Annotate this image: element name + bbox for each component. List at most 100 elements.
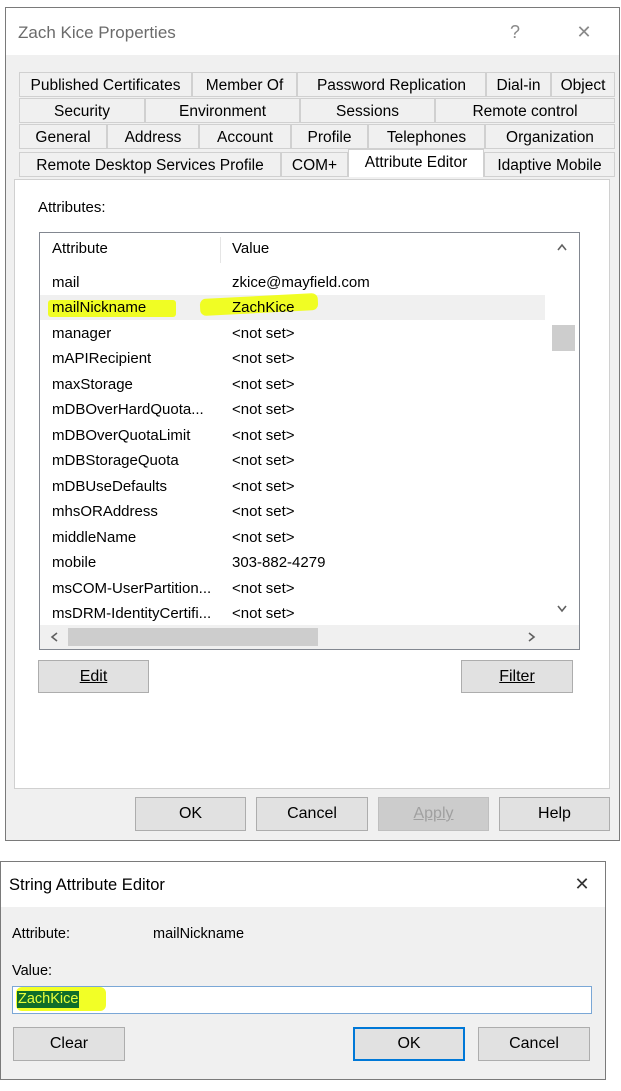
tab-row-1: Published Certificates Member Of Passwor…	[19, 72, 615, 97]
table-row-highlighted[interactable]: mailNickname ZachKice	[40, 292, 545, 320]
attribute-name: mDBOverQuotaLimit	[52, 427, 191, 444]
vertical-scrollbar[interactable]	[545, 233, 579, 625]
attribute-value: <not set>	[232, 605, 295, 622]
scroll-left-arrow-icon[interactable]	[50, 632, 58, 642]
attribute-name: mAPIRecipient	[52, 350, 152, 367]
tab-remote-desktop-services-profile[interactable]: Remote Desktop Services Profile	[19, 152, 281, 177]
column-divider	[220, 237, 221, 263]
attribute-name: msDRM-IdentityCertifi...	[52, 605, 212, 622]
tab-attribute-editor[interactable]: Attribute Editor	[348, 149, 484, 177]
column-header-value[interactable]: Value	[232, 233, 269, 265]
table-row[interactable]: middleName <not set>	[40, 525, 545, 550]
value-input-text: ZachKice	[17, 991, 80, 1008]
tab-general[interactable]: General	[19, 124, 107, 149]
table-row[interactable]: mDBUseDefaults <not set>	[40, 474, 545, 499]
attribute-name: middleName	[52, 529, 137, 546]
help-icon[interactable]: ?	[503, 22, 527, 42]
attribute-name: mailNickname	[52, 299, 147, 316]
tab-object[interactable]: Object	[551, 72, 615, 97]
horizontal-scroll-thumb[interactable]	[68, 628, 318, 646]
value-label: Value:	[12, 963, 53, 979]
horizontal-scrollbar[interactable]	[40, 625, 545, 649]
attribute-value: <not set>	[232, 401, 295, 418]
tab-idaptive-mobile[interactable]: Idaptive Mobile	[484, 152, 615, 177]
attribute-name-value: mailNickname	[153, 926, 245, 942]
ok-button[interactable]: OK	[353, 1027, 465, 1061]
table-row[interactable]: maxStorage <not set>	[40, 372, 545, 397]
tab-com-plus[interactable]: COM+	[281, 152, 348, 177]
window-title: Zach Kice Properties	[18, 23, 176, 42]
attribute-list[interactable]: Attribute Value mail zkice@mayfield.com m…	[39, 232, 580, 650]
tab-published-certificates[interactable]: Published Certificates	[19, 72, 192, 97]
attribute-name: mDBOverHardQuota...	[52, 401, 204, 418]
attribute-value: <not set>	[232, 503, 295, 520]
attribute-name: manager	[52, 325, 112, 342]
tab-password-replication[interactable]: Password Replication	[297, 72, 486, 97]
attribute-value: <not set>	[232, 427, 295, 444]
attributes-label: Attributes:	[38, 199, 106, 216]
clear-button[interactable]: Clear	[13, 1027, 125, 1061]
table-row[interactable]: msDRM-IdentityCertifi... <not set>	[40, 601, 545, 625]
attribute-name: mail	[52, 274, 80, 291]
attribute-name: mDBUseDefaults	[52, 478, 168, 495]
tab-member-of[interactable]: Member Of	[192, 72, 297, 97]
table-row[interactable]: mDBOverHardQuota... <not set>	[40, 397, 545, 422]
tab-sessions[interactable]: Sessions	[300, 98, 435, 123]
title-bar: Zach Kice Properties ? ✕	[6, 8, 619, 55]
column-header-attribute[interactable]: Attribute	[52, 233, 108, 265]
tab-row-2: Security Environment Sessions Remote con…	[19, 98, 615, 123]
value-input[interactable]: ZachKice	[12, 986, 592, 1014]
list-body: mail zkice@mayfield.com mailNickname ZachK…	[40, 270, 545, 625]
tab-address[interactable]: Address	[107, 124, 199, 149]
attribute-value: <not set>	[232, 452, 295, 469]
attribute-name: maxStorage	[52, 376, 133, 393]
table-row[interactable]: mhsORAddress <not set>	[40, 499, 545, 524]
table-row[interactable]: manager <not set>	[40, 321, 545, 346]
help-button[interactable]: Help	[499, 797, 610, 831]
close-icon[interactable]: ✕	[570, 874, 594, 894]
table-row[interactable]: mDBStorageQuota <not set>	[40, 448, 545, 473]
edit-button-label: Edit	[79, 668, 108, 685]
attribute-value: <not set>	[232, 350, 295, 367]
tab-account[interactable]: Account	[199, 124, 291, 149]
ok-button[interactable]: OK	[135, 797, 246, 831]
attribute-value: <not set>	[232, 580, 295, 597]
filter-button[interactable]: Filter	[461, 660, 573, 693]
attribute-name: mhsORAddress	[52, 503, 158, 520]
table-row[interactable]: mAPIRecipient <not set>	[40, 346, 545, 371]
attribute-value: <not set>	[232, 478, 295, 495]
vertical-scroll-thumb[interactable]	[552, 325, 575, 351]
tab-profile[interactable]: Profile	[291, 124, 368, 149]
tab-dial-in[interactable]: Dial-in	[486, 72, 551, 97]
attribute-value: 303-882-4279	[232, 554, 326, 571]
table-row[interactable]: msCOM-UserPartition... <not set>	[40, 576, 545, 601]
attribute-value: <not set>	[232, 529, 295, 546]
cancel-button[interactable]: Cancel	[256, 797, 368, 831]
table-row[interactable]: mDBOverQuotaLimit <not set>	[40, 423, 545, 448]
attribute-name: msCOM-UserPartition...	[52, 580, 212, 597]
attribute-value: zkice@mayfield.com	[232, 274, 370, 291]
tab-row-4: Remote Desktop Services Profile COM+ Att…	[19, 149, 615, 180]
list-header: Attribute Value	[40, 233, 545, 265]
attribute-value: <not set>	[232, 325, 295, 342]
filter-button-label: Filter	[499, 668, 535, 685]
string-attribute-editor: String Attribute Editor ✕ Attribute: mai…	[0, 861, 606, 1080]
tab-organization[interactable]: Organization	[485, 124, 615, 149]
apply-button-label: Apply	[413, 805, 454, 822]
scroll-down-arrow-icon[interactable]	[557, 605, 567, 613]
scroll-up-arrow-icon[interactable]	[557, 243, 567, 251]
editor-title-bar: String Attribute Editor ✕	[1, 862, 605, 907]
tab-remote-control[interactable]: Remote control	[435, 98, 615, 123]
tab-environment[interactable]: Environment	[145, 98, 300, 123]
table-row[interactable]: mobile 303-882-4279	[40, 550, 545, 575]
editor-title: String Attribute Editor	[9, 876, 165, 894]
edit-button[interactable]: Edit	[38, 660, 149, 693]
tab-telephones[interactable]: Telephones	[368, 124, 485, 149]
cancel-button[interactable]: Cancel	[478, 1027, 590, 1061]
tab-security[interactable]: Security	[19, 98, 145, 123]
table-row[interactable]: mail zkice@mayfield.com	[40, 270, 545, 295]
scroll-right-arrow-icon[interactable]	[528, 632, 536, 642]
close-icon[interactable]: ✕	[572, 22, 596, 42]
attribute-label: Attribute:	[12, 926, 71, 942]
attribute-name: mobile	[52, 554, 97, 571]
